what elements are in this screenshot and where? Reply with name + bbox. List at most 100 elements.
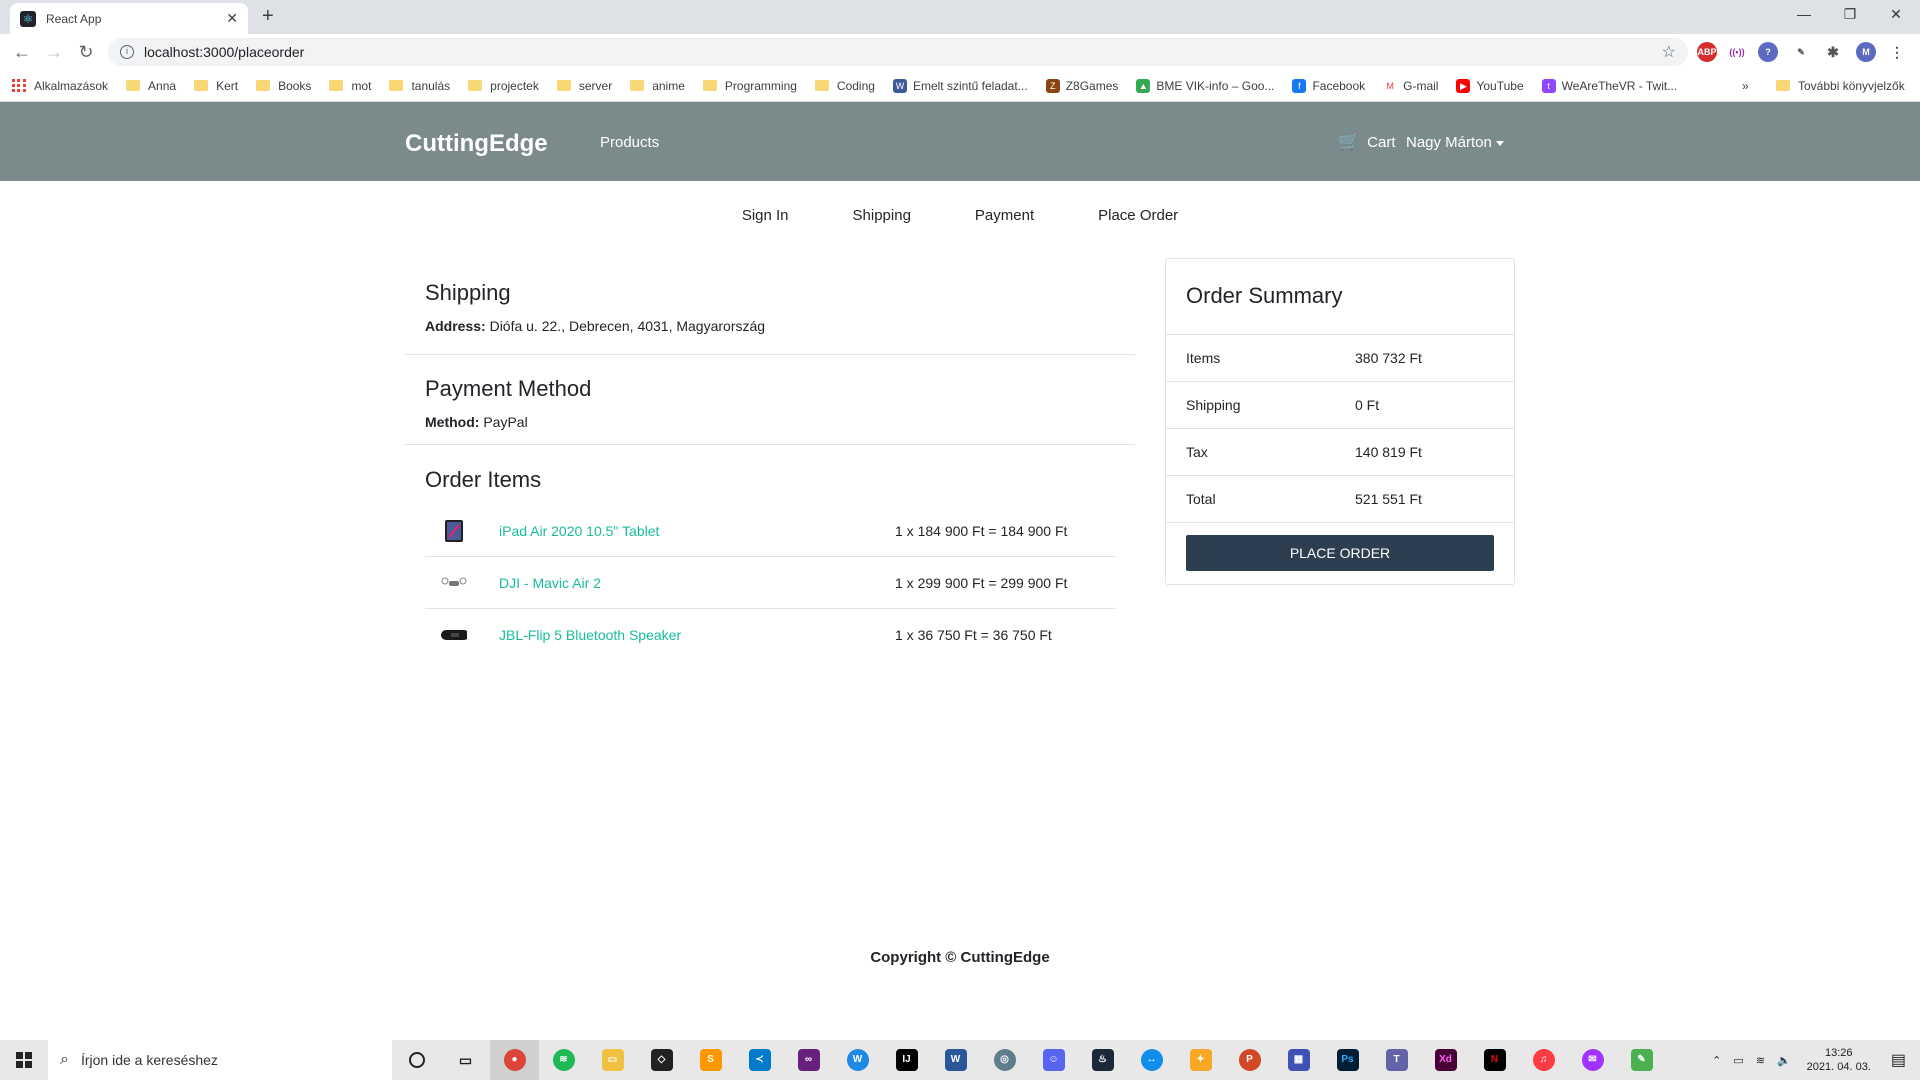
spotify-icon[interactable]: ≋: [539, 1040, 588, 1080]
bookmark-folder[interactable]: server: [556, 79, 612, 93]
sublime-icon[interactable]: S: [686, 1040, 735, 1080]
step-sign-in[interactable]: Sign In: [710, 207, 821, 224]
bookmark-label: Emelt szintű feladat...: [912, 78, 1028, 93]
bookmark-link[interactable]: f Facebook: [1292, 78, 1365, 93]
bookmark-link[interactable]: W Emelt szintű feladat...: [892, 78, 1028, 93]
menu-kebab-icon[interactable]: ⋮: [1887, 42, 1907, 62]
taskbar-search-input[interactable]: ⌕ Írjon ide a kereséshez: [48, 1040, 392, 1080]
bookmarks-overflow[interactable]: »: [1742, 79, 1749, 93]
bookmark-link[interactable]: ▲ BME VIK-info – Goo...: [1136, 78, 1274, 93]
bookmark-folder[interactable]: Kert: [194, 79, 238, 93]
bookmark-link[interactable]: t WeAreTheVR - Twit...: [1541, 78, 1677, 93]
task-view-icon[interactable]: ▭: [441, 1040, 490, 1080]
adobe-xd-icon[interactable]: Xd: [1421, 1040, 1470, 1080]
step-shipping[interactable]: Shipping: [821, 207, 943, 224]
discord-icon[interactable]: ☺: [1029, 1040, 1078, 1080]
adblock-icon[interactable]: ABP: [1697, 42, 1717, 62]
extension-icon[interactable]: ?: [1758, 42, 1778, 62]
bookmark-link[interactable]: Z Z8Games: [1045, 78, 1118, 93]
teams-icon[interactable]: T: [1372, 1040, 1421, 1080]
minimize-icon[interactable]: —: [1781, 0, 1827, 30]
bookmark-folder[interactable]: tanulás: [389, 79, 450, 93]
bookmark-apps[interactable]: Alkalmazások: [12, 78, 108, 93]
new-tab-icon[interactable]: +: [262, 5, 274, 28]
nav-cart-link[interactable]: 🛒 Cart: [1338, 132, 1396, 152]
photoshop-icon[interactable]: Ps: [1323, 1040, 1372, 1080]
intellij-icon[interactable]: IJ: [882, 1040, 931, 1080]
cortana-icon[interactable]: [392, 1040, 441, 1080]
clock[interactable]: 13:26 2021. 04. 03.: [1807, 1046, 1871, 1074]
start-button[interactable]: [0, 1040, 48, 1080]
browser-tab[interactable]: ⚛ React App ✕: [10, 3, 248, 34]
netflix-icon[interactable]: N: [1470, 1040, 1519, 1080]
bookmarks-bar: Alkalmazások Anna Kert Books mot tanulás…: [0, 70, 1920, 102]
app-icon[interactable]: ◎: [980, 1040, 1029, 1080]
summary-row-tax: Tax 140 819 Ft: [1166, 429, 1514, 476]
folder-icon: [556, 80, 571, 91]
bookmark-folder[interactable]: mot: [329, 79, 371, 93]
notification-icon[interactable]: ▤: [1891, 1050, 1906, 1070]
wifi-icon[interactable]: ≋: [1756, 1054, 1765, 1067]
back-icon[interactable]: ←: [6, 42, 38, 63]
word-icon[interactable]: W: [931, 1040, 980, 1080]
bookmark-label: G-mail: [1403, 78, 1439, 93]
bookmark-link[interactable]: M G-mail: [1383, 78, 1439, 93]
battery-icon[interactable]: ▭: [1733, 1054, 1743, 1067]
place-order-button[interactable]: PLACE ORDER: [1186, 535, 1494, 571]
visual-studio-icon[interactable]: ∞: [784, 1040, 833, 1080]
bookmark-link[interactable]: ▶ YouTube: [1456, 78, 1524, 93]
step-payment[interactable]: Payment: [943, 207, 1066, 224]
product-link[interactable]: DJI - Mavic Air 2: [499, 575, 895, 591]
teamviewer-icon[interactable]: ↔: [1127, 1040, 1176, 1080]
powerpoint-icon[interactable]: P: [1225, 1040, 1274, 1080]
search-icon: ⌕: [60, 1051, 69, 1068]
close-window-icon[interactable]: ✕: [1873, 0, 1919, 30]
extension-icon[interactable]: ((•)): [1727, 42, 1747, 62]
list-item: JBL-Flip 5 Bluetooth Speaker 1 x 36 750 …: [425, 609, 1115, 661]
file-explorer-icon[interactable]: ▭: [588, 1040, 637, 1080]
app-icon[interactable]: ✦: [1176, 1040, 1225, 1080]
itunes-icon[interactable]: ♫: [1519, 1040, 1568, 1080]
product-link[interactable]: iPad Air 2020 10.5" Tablet: [499, 523, 895, 539]
bookmark-star-icon[interactable]: ☆: [1662, 42, 1676, 62]
steam-icon[interactable]: ♨: [1078, 1040, 1127, 1080]
bookmark-folder[interactable]: Anna: [126, 79, 176, 93]
summary-row-items: Items 380 732 Ft: [1166, 335, 1514, 382]
folder-icon: [702, 80, 717, 91]
bookmark-folder[interactable]: Books: [256, 79, 311, 93]
url-field[interactable]: i localhost:3000/placeorder ☆: [108, 38, 1688, 66]
messenger-icon[interactable]: ✉: [1568, 1040, 1617, 1080]
profile-avatar[interactable]: M: [1856, 42, 1876, 62]
user-dropdown[interactable]: Nagy Márton: [1406, 134, 1504, 151]
reload-icon[interactable]: ↻: [70, 42, 102, 63]
bookmark-label: mot: [351, 78, 372, 93]
bookmark-label: anime: [652, 78, 685, 93]
eyedropper-icon[interactable]: ✎: [1791, 42, 1811, 62]
unity-icon[interactable]: ◇: [637, 1040, 686, 1080]
close-tab-icon[interactable]: ✕: [226, 10, 238, 27]
bookmark-folder[interactable]: projectek: [468, 79, 539, 93]
info-icon[interactable]: i: [120, 45, 134, 59]
vscode-icon[interactable]: ≺: [735, 1040, 784, 1080]
volume-icon[interactable]: 🔈: [1777, 1054, 1791, 1067]
product-link[interactable]: JBL-Flip 5 Bluetooth Speaker: [499, 627, 895, 643]
app-icon[interactable]: W: [833, 1040, 882, 1080]
folder-icon: [468, 80, 483, 91]
brand-logo[interactable]: CuttingEdge: [405, 130, 548, 158]
bookmark-folder[interactable]: Programming: [702, 79, 797, 93]
other-bookmarks[interactable]: További könyvjelzők: [1776, 79, 1905, 93]
bookmark-folder[interactable]: anime: [630, 79, 685, 93]
chrome-taskbar-icon[interactable]: ●: [490, 1040, 539, 1080]
step-place-order[interactable]: Place Order: [1066, 207, 1210, 224]
bookmark-folder[interactable]: Coding: [814, 79, 875, 93]
extensions-puzzle-icon[interactable]: ✱: [1823, 42, 1843, 62]
restore-icon[interactable]: ❐: [1827, 0, 1873, 30]
folder-icon: [389, 80, 404, 91]
order-summary-card: Order Summary Items 380 732 Ft Shipping …: [1165, 258, 1515, 585]
forward-icon[interactable]: →: [38, 42, 70, 63]
paint-icon[interactable]: ✎: [1617, 1040, 1666, 1080]
chevron-up-icon[interactable]: ⌃: [1712, 1054, 1721, 1067]
app-icon[interactable]: ▦: [1274, 1040, 1323, 1080]
twitch-icon: t: [1541, 78, 1556, 93]
nav-products-link[interactable]: Products: [600, 134, 659, 151]
